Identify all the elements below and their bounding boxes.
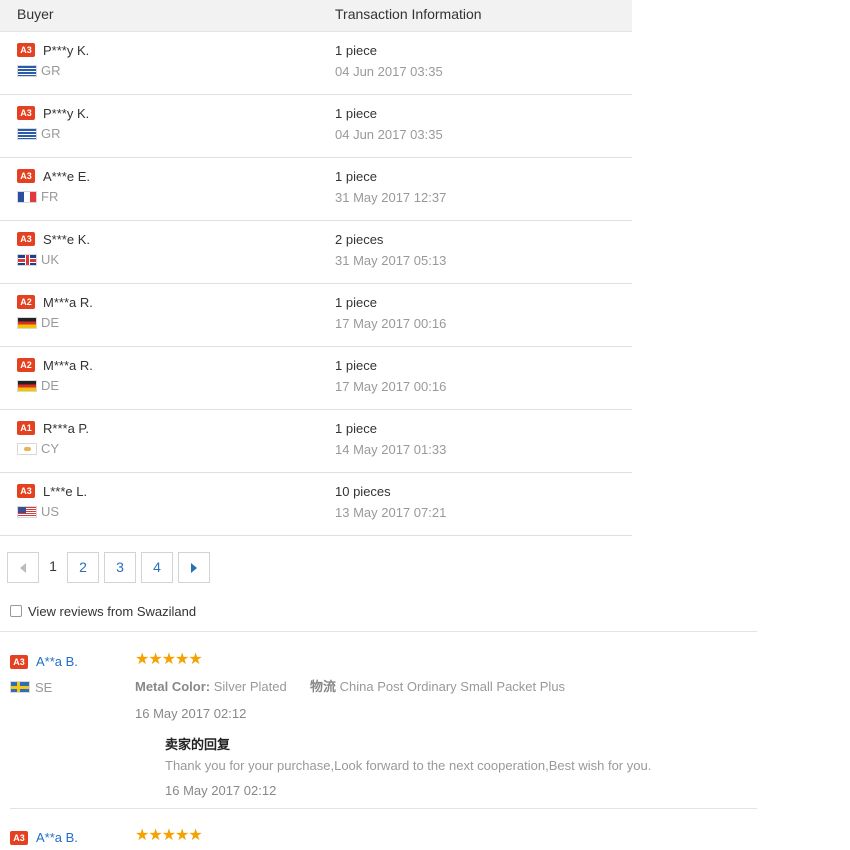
prev-page-button[interactable] xyxy=(7,552,39,583)
order-quantity: 1 piece xyxy=(335,295,377,310)
table-row: A3 P***y K. GR 1 piece 04 Jun 2017 03:35 xyxy=(0,95,632,158)
order-quantity: 1 piece xyxy=(335,169,377,184)
country-flag-icon xyxy=(17,506,37,518)
buyer-level-badge: A3 xyxy=(17,106,35,120)
buyer-name: M***a R. xyxy=(43,295,93,310)
table-row: A3 P***y K. GR 1 piece 04 Jun 2017 03:35 xyxy=(0,32,632,95)
review-date: 16 May 2017 02:12 xyxy=(135,706,247,721)
seller-reply-title: 卖家的回复 xyxy=(165,737,231,752)
seller-reply-text: Thank you for your purchase,Look forward… xyxy=(165,758,652,773)
metal-color-value: Silver Plated xyxy=(213,679,287,694)
table-row: A3 A***e E. FR 1 piece 31 May 2017 12:37 xyxy=(0,158,632,221)
table-row: A2 M***a R. DE 1 piece 17 May 2017 00:16 xyxy=(0,347,632,410)
swaziland-filter-checkbox[interactable] xyxy=(10,605,22,617)
buyer-country: GR xyxy=(41,63,61,78)
table-row: A1 R***a P. CY 1 piece 14 May 2017 01:33 xyxy=(0,410,632,473)
reviewer-name-link[interactable]: A**a B. xyxy=(36,830,78,845)
country-flag-icon xyxy=(17,65,37,77)
buyer-name: L***e L. xyxy=(43,484,88,499)
order-date: 31 May 2017 05:13 xyxy=(335,253,447,268)
buyer-level-badge: A2 xyxy=(17,295,35,309)
table-body: A3 P***y K. GR 1 piece 04 Jun 2017 03:35 A3 P*… xyxy=(0,32,632,536)
star-rating: ★★★★★ xyxy=(135,651,203,668)
transaction-table: Buyer Transaction Information A3 P***y K.… xyxy=(0,0,632,536)
chevron-right-icon xyxy=(191,563,197,574)
buyer-country: DE xyxy=(41,315,60,330)
country-flag-icon xyxy=(17,443,37,455)
next-page-button[interactable] xyxy=(178,552,210,583)
sweden-flag-icon xyxy=(10,681,30,693)
order-date: 17 May 2017 00:16 xyxy=(335,316,447,331)
order-quantity: 2 pieces xyxy=(335,232,384,247)
order-attributes: Metal Color: Silver Plated 物流 China Post… xyxy=(135,676,565,695)
page-4-button[interactable]: 4 xyxy=(141,552,173,583)
buyer-column-header: Buyer xyxy=(17,6,54,22)
country-flag-icon xyxy=(17,128,37,140)
shipping-value: China Post Ordinary Small Packet Plus xyxy=(339,679,566,694)
star-rating: ★★★★★ xyxy=(135,827,203,844)
buyer-country: GR xyxy=(41,126,61,141)
buyer-name: S***e K. xyxy=(43,232,90,247)
buyer-level-badge: A1 xyxy=(17,421,35,435)
buyer-level-badge: A3 xyxy=(10,655,28,669)
buyer-country: CY xyxy=(41,441,60,456)
country-flag-icon xyxy=(17,191,37,203)
order-quantity: 1 piece xyxy=(335,43,377,58)
metal-color-label: Metal Color: xyxy=(135,679,211,694)
order-date: 04 Jun 2017 03:35 xyxy=(335,64,443,79)
buyer-country: UK xyxy=(41,252,60,267)
buyer-level-badge: A3 xyxy=(17,43,35,57)
shipping-label: 物流 xyxy=(309,679,336,694)
table-row: A3 S***e K. UK 2 pieces 31 May 2017 05:13 xyxy=(0,221,632,284)
buyer-level-badge: A2 xyxy=(17,358,35,372)
transaction-column-header: Transaction Information xyxy=(335,6,482,22)
buyer-name: A***e E. xyxy=(43,169,90,184)
buyer-country: US xyxy=(41,504,60,519)
order-quantity: 1 piece xyxy=(335,358,377,373)
country-flag-icon xyxy=(17,254,37,266)
buyer-level-badge: A3 xyxy=(17,232,35,246)
buyer-country: DE xyxy=(41,378,60,393)
buyer-level-badge: A3 xyxy=(17,484,35,498)
table-row: A2 M***a R. DE 1 piece 17 May 2017 00:16 xyxy=(0,284,632,347)
country-flag-icon xyxy=(17,380,37,392)
table-row: A3 L***e L. US 10 pieces 13 May 2017 07:21 xyxy=(0,473,632,536)
buyer-level-badge: A3 xyxy=(17,169,35,183)
review-country-filter: View reviews from Swaziland xyxy=(0,590,757,632)
order-quantity: 1 piece xyxy=(335,421,377,436)
seller-reply-date: 16 May 2017 02:12 xyxy=(165,783,277,798)
order-quantity: 10 pieces xyxy=(335,484,391,499)
order-date: 13 May 2017 07:21 xyxy=(335,505,447,520)
buyer-level-badge: A3 xyxy=(10,831,28,845)
order-date: 04 Jun 2017 03:35 xyxy=(335,127,443,142)
page-3-button[interactable]: 3 xyxy=(104,552,136,583)
buyer-name: P***y K. xyxy=(43,43,90,58)
buyer-name: P***y K. xyxy=(43,106,90,121)
chevron-left-icon xyxy=(20,563,26,574)
current-page: 1 xyxy=(49,558,57,574)
reviewer-country: SE xyxy=(35,680,53,695)
order-quantity: 1 piece xyxy=(335,106,377,121)
review-item: A3 A**a B. SE ★★★★★ Metal Color: Silver … xyxy=(0,639,757,809)
buyer-name: R***a P. xyxy=(43,421,90,436)
order-date: 31 May 2017 12:37 xyxy=(335,190,447,205)
order-date: 17 May 2017 00:16 xyxy=(335,379,447,394)
table-header: Buyer Transaction Information xyxy=(0,0,632,32)
reviewer-name-link[interactable]: A**a B. xyxy=(36,654,78,669)
swaziland-filter-label[interactable]: View reviews from Swaziland xyxy=(28,604,196,619)
buyer-country: FR xyxy=(41,189,59,204)
order-date: 14 May 2017 01:33 xyxy=(335,442,447,457)
country-flag-icon xyxy=(17,317,37,329)
review-item: A3 A**a B. ★★★★★ xyxy=(0,815,757,850)
buyer-name: M***a R. xyxy=(43,358,93,373)
page-2-button[interactable]: 2 xyxy=(67,552,99,583)
